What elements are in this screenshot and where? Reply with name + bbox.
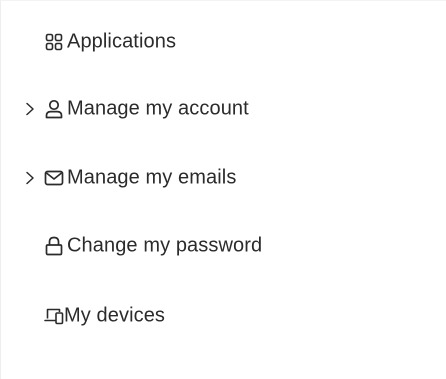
mail-icon bbox=[44, 168, 64, 188]
nav-item-label: Manage my emails bbox=[67, 166, 237, 189]
nav-item-my-devices[interactable]: My devices bbox=[1, 296, 441, 336]
apps-grid-icon bbox=[44, 32, 64, 52]
chevron-right-icon[interactable] bbox=[23, 102, 37, 116]
chevron-right-icon[interactable] bbox=[23, 171, 37, 185]
account-navigation-panel: Applications Manage my account Manage my… bbox=[0, 0, 446, 379]
nav-item-label: Applications bbox=[67, 30, 177, 53]
nav-item-label: My devices bbox=[64, 304, 166, 327]
user-icon bbox=[44, 99, 64, 119]
devices-icon bbox=[44, 306, 64, 326]
nav-item-applications[interactable]: Applications bbox=[1, 22, 441, 62]
nav-item-label: Change my password bbox=[67, 234, 263, 257]
nav-item-label: Manage my account bbox=[67, 97, 249, 120]
lock-icon bbox=[44, 236, 64, 256]
nav-item-manage-account[interactable]: Manage my account bbox=[1, 89, 441, 129]
nav-item-change-password[interactable]: Change my password bbox=[1, 226, 441, 266]
nav-item-manage-emails[interactable]: Manage my emails bbox=[1, 158, 441, 198]
